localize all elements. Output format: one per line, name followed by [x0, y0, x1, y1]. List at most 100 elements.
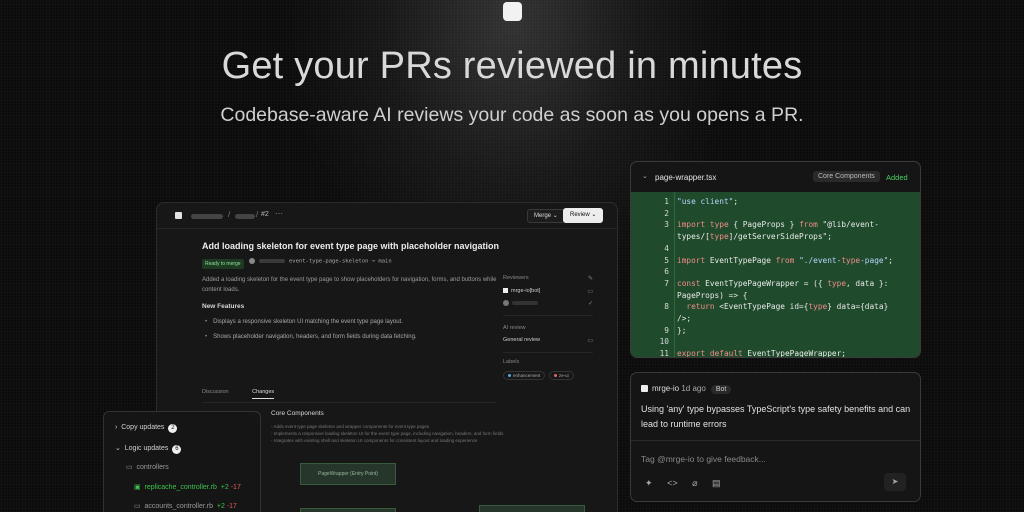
component-tag: Core Components	[813, 171, 880, 182]
breadcrumb-org[interactable]	[191, 214, 223, 219]
pr-description: Added a loading skeleton for the event t…	[202, 277, 497, 293]
avatar	[503, 300, 509, 306]
chevron-down-icon: ⌄	[591, 212, 597, 218]
file-name: replicache_controller.rb	[144, 484, 217, 491]
reviewers-label: Reviewers	[503, 275, 529, 281]
tab-changes[interactable]: Changes	[252, 389, 275, 399]
branch-info: event-type-page-skeleton → main	[249, 258, 392, 265]
label-color-dot	[508, 374, 511, 378]
label-chip[interactable]: ze-ui	[548, 371, 574, 380]
chevron-down-icon: ⌄	[552, 213, 558, 219]
divider	[503, 315, 593, 316]
feedback-input[interactable]: Tag @mrge-io to give feedback...	[641, 454, 766, 464]
more-menu-icon[interactable]: ⋯	[275, 209, 283, 218]
comment-icon[interactable]: ▭	[587, 337, 593, 344]
review-button[interactable]: Review ⌄	[563, 208, 604, 223]
tab-discussion[interactable]: Discussion	[202, 389, 229, 395]
comment-icon[interactable]: ▭	[587, 288, 593, 295]
code-icon[interactable]: <>	[667, 478, 678, 488]
tree-group-copy-updates[interactable]: › Copy updates 2	[115, 424, 178, 433]
pr-number: #2	[261, 211, 269, 218]
comment-body: Using 'any' type bypasses TypeScript's t…	[641, 404, 911, 429]
count-badge: 6	[172, 445, 182, 454]
list-item: Shows placeholder navigation, headers, a…	[205, 334, 416, 340]
bot-badge: Bot	[710, 385, 732, 394]
ai-review-value[interactable]: General review	[503, 337, 593, 343]
code-body: 1 "use client"; 2 3 import type { PageProps …	[631, 192, 920, 358]
bot-avatar-icon	[641, 385, 648, 393]
tree-file-row[interactable]: ▭ accounts_controller.rb +2 -17	[134, 502, 237, 510]
comment-time: 1d ago	[681, 384, 706, 393]
reviewer-row[interactable]	[503, 300, 593, 306]
folder-icon: ▭	[126, 464, 133, 471]
line-number: 1	[664, 197, 669, 206]
additions-count: +2	[220, 484, 229, 491]
code-text: PageProps) => {	[677, 290, 748, 300]
line-number: 2	[664, 208, 669, 218]
reviewer-row[interactable]: mrge-io[bot]	[503, 288, 593, 294]
file-added-icon: ▣	[134, 484, 141, 491]
chevron-down-icon: ⌄	[115, 445, 121, 452]
tree-file-row[interactable]: ▣ replicache_controller.rb +2 -17	[134, 483, 241, 491]
breadcrumb-separator: /	[256, 210, 259, 219]
check-icon: ✓	[587, 301, 593, 307]
pr-title: Add loading skeleton for event type page…	[202, 241, 500, 251]
merge-button-label: Merge	[534, 213, 552, 219]
edit-icon[interactable]: ✎	[588, 275, 593, 282]
logo-icon	[503, 2, 522, 21]
line-number: 11	[659, 349, 669, 358]
flow-node-page-wrapper: PageWrapper (Entry Point)	[300, 463, 396, 485]
tree-group-label: Logic updates	[124, 445, 169, 452]
code-panel-header: ⌄ page-wrapper.tsx Core Components Added	[631, 162, 920, 192]
deletions-count: -17	[230, 484, 241, 491]
code-text: import type { PageProps } from "@lib/eve…	[677, 220, 879, 230]
merge-button[interactable]: Merge ⌄	[527, 209, 565, 223]
file-icon: ▭	[134, 503, 141, 510]
send-icon: ➤	[891, 477, 899, 486]
attachment-icon[interactable]: ⌀	[692, 478, 697, 488]
label-color-dot	[553, 374, 557, 378]
flow-node	[300, 508, 396, 512]
reviewer-name: mrge-io[bot]	[511, 288, 541, 294]
gutter-divider	[674, 192, 675, 357]
list-item: - Integrates with existing shell and ske…	[271, 438, 478, 443]
list-item: Displays a responsive skeleton UI matchi…	[205, 319, 417, 325]
branch-name: event-type-page-skeleton → main	[289, 258, 392, 265]
ai-review-label: AI review	[503, 325, 526, 331]
code-text: />;	[677, 314, 692, 323]
template-icon[interactable]: ▤	[712, 478, 721, 488]
code-diff-panel: ⌄ page-wrapper.tsx Core Components Added…	[630, 161, 921, 358]
bot-avatar-icon	[503, 288, 508, 294]
file-tree-panel: › Copy updates 2 ⌄ Logic updates 6 ▭ contr…	[103, 411, 261, 512]
labels-label: Labels	[503, 359, 520, 365]
code-text: return <EventTypePage id={type} data={da…	[686, 302, 889, 312]
code-text: export default EventTypePageWrapper;	[677, 349, 847, 358]
labels-row: enhancement ze-ui	[503, 371, 593, 380]
file-status: Added	[886, 173, 908, 182]
code-text: import EventTypePage from "./event-type-…	[677, 255, 893, 265]
chevron-down-icon[interactable]: ⌄	[642, 172, 648, 180]
file-name: page-wrapper.tsx	[655, 173, 717, 182]
sparkle-icon[interactable]: ✦	[645, 478, 653, 488]
author-name-placeholder	[259, 259, 285, 263]
breadcrumb-repo[interactable]	[235, 214, 255, 219]
avatar	[249, 258, 255, 264]
feature-list: Displays a responsive skeleton UI matchi…	[205, 319, 417, 349]
send-button[interactable]: ➤	[884, 473, 906, 491]
review-comment-panel: mrge-io 1d ago Bot Using 'any' type bypas…	[630, 372, 921, 502]
line-number: 6	[664, 267, 669, 277]
label-name: ze-ui	[558, 373, 569, 378]
reviewer-name-placeholder	[512, 301, 538, 305]
tree-group-logic-updates[interactable]: ⌄ Logic updates 6	[115, 444, 182, 454]
comment-toolbar: ✦ <> ⌀ ▤	[645, 478, 733, 489]
tree-folder-controllers[interactable]: ▭ controllers	[126, 463, 169, 471]
line-number: 4	[664, 243, 669, 253]
code-text: types/[type]/getServerSideProps";	[677, 232, 832, 242]
file-name: accounts_controller.rb	[144, 503, 213, 510]
line-number: 5	[664, 255, 669, 265]
code-text: };	[677, 325, 687, 335]
label-chip[interactable]: enhancement	[503, 371, 546, 380]
comment-author: mrge-io	[652, 384, 680, 393]
pr-topbar: / / #2 ⋯ Merge ⌄ Review ⌄	[157, 203, 617, 229]
list-item: - Adds event type page skeleton and wrap…	[271, 424, 430, 429]
